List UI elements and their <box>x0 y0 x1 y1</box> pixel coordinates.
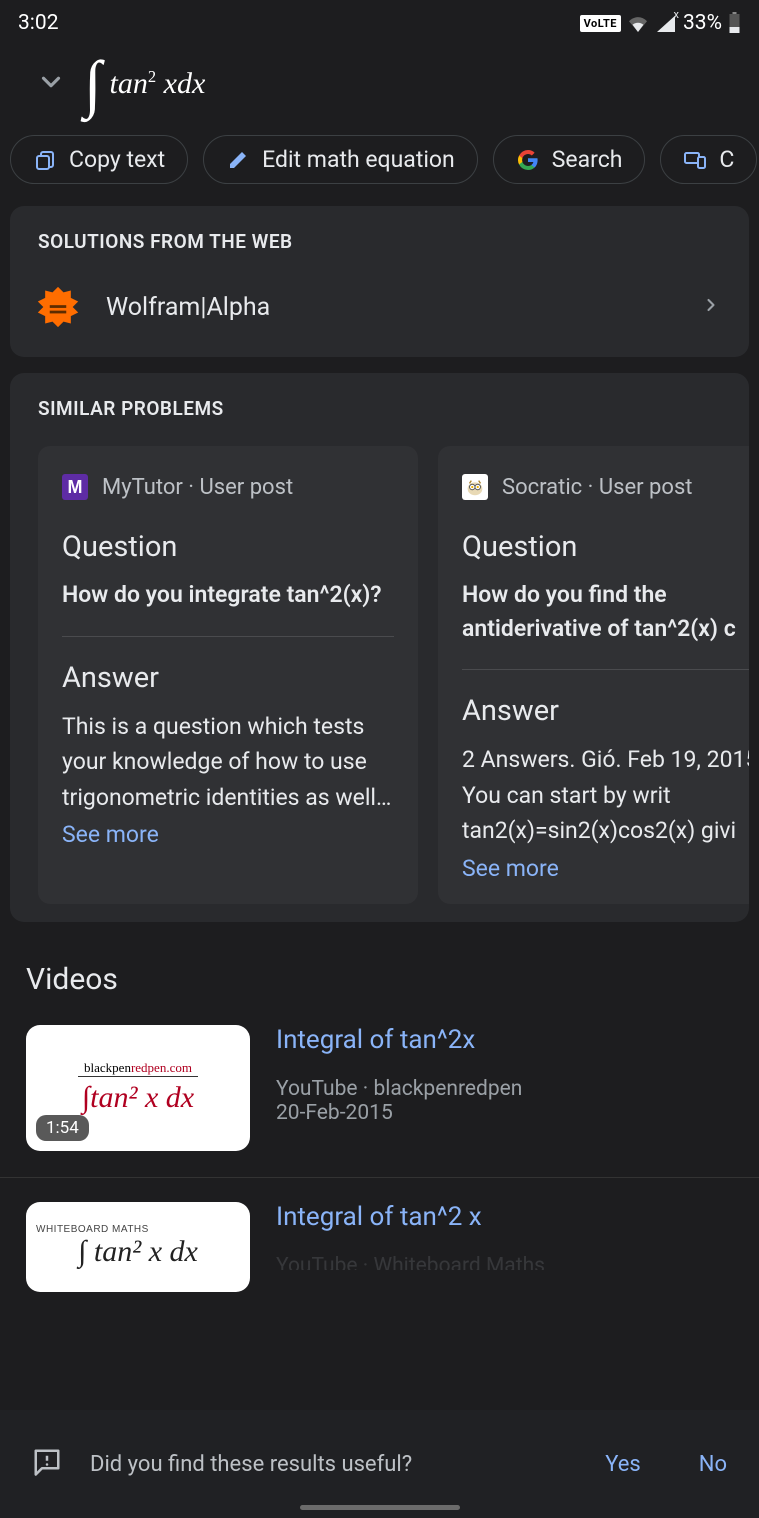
video-title[interactable]: Integral of tan^2 x <box>276 1202 545 1232</box>
chip-label: C <box>719 146 734 173</box>
source-label: MyTutor · User post <box>102 475 293 500</box>
similar-problems-panel: SIMILAR PROBLEMS M MyTutor · User post Q… <box>10 373 749 922</box>
volte-badge: VoLTE <box>580 15 621 32</box>
video-date: 20-Feb-2015 <box>276 1101 522 1125</box>
source-label: Socratic · User post <box>502 475 693 500</box>
edit-equation-chip[interactable]: Edit math equation <box>203 135 478 184</box>
google-g-icon <box>516 148 540 172</box>
cards-row[interactable]: M MyTutor · User post Question How do yo… <box>10 438 749 904</box>
feedback-yes-button[interactable]: Yes <box>605 1452 641 1477</box>
thumb-equation: ∫tan² x dx <box>82 1081 194 1115</box>
question-text: How do you integrate tan^2(x)? <box>62 578 394 611</box>
chevron-right-icon <box>701 290 721 324</box>
chip-label: Copy text <box>69 146 165 173</box>
wolfram-label: Wolfram|Alpha <box>106 293 270 322</box>
wolfram-icon <box>36 285 80 329</box>
similar-card[interactable]: Socratic · User post Question How do you… <box>438 446 749 904</box>
video-meta: Integral of tan^2 x YouTube · Whiteboard… <box>276 1202 545 1292</box>
card-source: M MyTutor · User post <box>62 474 394 500</box>
solutions-panel: SOLUTIONS FROM THE WEB Wolfram|Alpha <box>10 206 749 357</box>
chip-label: Search <box>552 146 623 173</box>
question-text: How do you find the antiderivative of ta… <box>462 578 749 645</box>
video-source: YouTube · blackpenredpen <box>276 1077 522 1101</box>
home-indicator[interactable] <box>300 1505 460 1510</box>
card-divider <box>462 669 749 670</box>
thumb-text: blackpenredpen.com <box>78 1060 198 1077</box>
video-thumbnail: blackpenredpen.com ∫tan² x dx 1:54 <box>26 1025 250 1151</box>
similar-card[interactable]: M MyTutor · User post Question How do yo… <box>38 446 418 904</box>
card-divider <box>62 636 394 637</box>
feedback-icon <box>32 1447 62 1481</box>
see-more-link[interactable]: See more <box>462 855 749 882</box>
answer-text: This is a question which tests your know… <box>62 709 394 816</box>
thumb-equation: ∫ tan² x dx <box>78 1235 198 1269</box>
copy-text-chip[interactable]: Copy text <box>10 135 188 184</box>
action-chips-row: Copy text Edit math equation Search C <box>0 117 759 202</box>
math-equation-display: ∫ tan2 xdx <box>84 58 205 109</box>
battery-icon <box>728 12 741 34</box>
signal-icon: x <box>655 14 677 32</box>
question-label: Question <box>62 530 394 564</box>
video-divider <box>0 1177 759 1178</box>
mytutor-icon: M <box>62 474 88 500</box>
see-more-link[interactable]: See more <box>62 821 394 848</box>
video-title[interactable]: Integral of tan^2x <box>276 1025 522 1055</box>
equation-header: ∫ tan2 xdx <box>0 40 759 117</box>
thumb-text: WHITEBOARD MATHS <box>26 1224 149 1235</box>
next-chip-partial[interactable]: C <box>660 135 757 184</box>
question-label: Question <box>462 530 749 564</box>
video-item[interactable]: blackpenredpen.com ∫tan² x dx 1:54 Integ… <box>0 1017 759 1169</box>
battery-percent: 33% <box>683 11 722 35</box>
videos-heading: Videos <box>0 938 759 1017</box>
wolfram-row[interactable]: Wolfram|Alpha <box>10 271 749 339</box>
video-meta: Integral of tan^2x YouTube · blackpenred… <box>276 1025 522 1151</box>
video-thumbnail: WHITEBOARD MATHS ∫ tan² x dx <box>26 1202 250 1292</box>
answer-label: Answer <box>462 694 749 728</box>
search-chip[interactable]: Search <box>493 135 646 184</box>
feedback-no-button[interactable]: No <box>699 1452 727 1477</box>
wolfram-left: Wolfram|Alpha <box>36 285 270 329</box>
answer-text: 2 Answers. Gió. Feb 19, 2015. You can st… <box>462 742 749 849</box>
pencil-icon <box>226 148 250 172</box>
status-time: 3:02 <box>18 11 59 35</box>
copy-icon <box>33 148 57 172</box>
video-source-partial: YouTube · Whiteboard Maths <box>276 1254 545 1270</box>
collapse-chevron-icon[interactable] <box>36 67 66 101</box>
video-item[interactable]: WHITEBOARD MATHS ∫ tan² x dx Integral of… <box>0 1194 759 1292</box>
video-duration: 1:54 <box>36 1115 89 1141</box>
socratic-icon <box>462 474 488 500</box>
answer-label: Answer <box>62 661 394 695</box>
card-source: Socratic · User post <box>462 474 749 500</box>
status-right: VoLTE x 33% <box>580 11 741 35</box>
panel-title: SIMILAR PROBLEMS <box>10 397 749 438</box>
wifi-icon <box>627 14 649 32</box>
devices-icon <box>683 148 707 172</box>
chip-label: Edit math equation <box>262 146 455 173</box>
feedback-bar: Did you find these results useful? Yes N… <box>0 1410 759 1518</box>
feedback-text: Did you find these results useful? <box>90 1452 547 1477</box>
panel-title: SOLUTIONS FROM THE WEB <box>10 230 749 271</box>
status-bar: 3:02 VoLTE x 33% <box>0 0 759 40</box>
